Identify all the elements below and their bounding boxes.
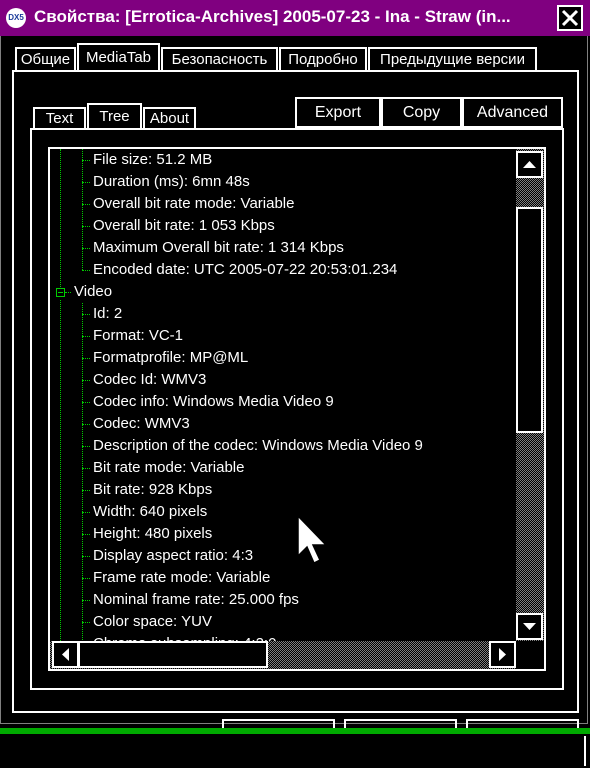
- copy-button-label: Copy: [402, 104, 441, 121]
- tab-previous-versions[interactable]: Предыдущие версии: [368, 47, 537, 71]
- arrow-left-icon: [62, 648, 69, 661]
- tree-branch: [82, 160, 90, 161]
- tree-item[interactable]: Width: 640 pixels: [93, 501, 207, 523]
- tab-details[interactable]: Подробно: [279, 47, 367, 71]
- tree-item[interactable]: Format: VC-1: [93, 325, 183, 347]
- tree-branch: [82, 226, 90, 227]
- tree-branch: [82, 182, 90, 183]
- tree-branch: [82, 380, 90, 381]
- scroll-up-button[interactable]: [516, 151, 543, 178]
- minus-icon: [58, 292, 63, 293]
- scroll-corner: [516, 641, 544, 669]
- tab-mediatab-label: MediaTab: [85, 49, 152, 66]
- tree-branch: [82, 512, 90, 513]
- arrow-up-icon: [523, 161, 536, 168]
- tree-item[interactable]: Encoded date: UTC 2005-07-22 20:53:01.23…: [93, 259, 397, 281]
- export-button-label: Export: [314, 104, 362, 121]
- scroll-right-button[interactable]: [489, 641, 516, 668]
- tree-branch: [82, 622, 90, 623]
- arrow-right-icon: [499, 648, 506, 661]
- tree-content: File size: 51.2 MB Duration (ms): 6mn 48…: [50, 149, 516, 641]
- tab-text[interactable]: Text: [33, 107, 86, 129]
- tab-about-label: About: [149, 110, 190, 127]
- tree-item[interactable]: Overall bit rate mode: Variable: [93, 193, 294, 215]
- tab-details-label: Подробно: [288, 51, 358, 68]
- scroll-down-button[interactable]: [516, 613, 543, 640]
- tab-previous-versions-label: Предыдущие версии: [380, 51, 525, 68]
- tree-branch: [82, 336, 90, 337]
- tab-text-label: Text: [45, 110, 74, 127]
- tree-connector-root: [60, 149, 61, 289]
- advanced-button-label: Advanced: [476, 104, 549, 121]
- tab-tree[interactable]: Tree: [87, 103, 142, 130]
- tree-item[interactable]: Duration (ms): 6mn 48s: [93, 171, 250, 193]
- tree-node-video[interactable]: Video: [74, 281, 112, 303]
- title-bar[interactable]: DX5 Свойства: [Errotica-Archives] 2005-0…: [0, 0, 590, 36]
- tree-item[interactable]: Display aspect ratio: 4:3: [93, 545, 253, 567]
- tree-item[interactable]: File size: 51.2 MB: [93, 149, 212, 171]
- tree-branch: [82, 556, 90, 557]
- tree-branch: [82, 490, 90, 491]
- tree-branch: [82, 358, 90, 359]
- tree-item[interactable]: Codec info: Windows Media Video 9: [93, 391, 334, 413]
- tree-branch: [82, 248, 90, 249]
- copy-button[interactable]: Copy: [381, 97, 462, 128]
- advanced-button[interactable]: Advanced: [462, 97, 563, 128]
- tab-about[interactable]: About: [143, 107, 196, 129]
- tree-item[interactable]: Codec Id: WMV3: [93, 369, 206, 391]
- tree-item[interactable]: Chroma subsampling: 4:2:0: [93, 633, 276, 641]
- collapse-toggle[interactable]: [56, 288, 65, 297]
- tree-item[interactable]: Formatprofile: MP@ML: [93, 347, 248, 369]
- tree-item[interactable]: Maximum Overall bit rate: 1 314 Kbps: [93, 237, 344, 259]
- close-icon: [561, 9, 579, 27]
- tab-general[interactable]: Общие: [15, 47, 76, 71]
- tree-item[interactable]: Frame rate mode: Variable: [93, 567, 270, 589]
- tree-item[interactable]: Codec: WMV3: [93, 413, 190, 435]
- vertical-scroll-thumb[interactable]: [516, 207, 543, 433]
- arrow-down-icon: [523, 623, 536, 630]
- tree-view[interactable]: File size: 51.2 MB Duration (ms): 6mn 48…: [48, 147, 546, 671]
- taskbar-edge: [584, 736, 590, 766]
- tab-mediatab[interactable]: MediaTab: [77, 43, 160, 71]
- tree-item[interactable]: Nominal frame rate: 25.000 fps: [93, 589, 299, 611]
- tree-branch: [82, 424, 90, 425]
- tree-item[interactable]: Bit rate: 928 Kbps: [93, 479, 212, 501]
- vertical-scrollbar[interactable]: [516, 149, 544, 641]
- tab-tree-label: Tree: [99, 108, 130, 125]
- tree-item[interactable]: Color space: YUV: [93, 611, 212, 633]
- tree-branch: [82, 600, 90, 601]
- tab-security[interactable]: Безопасность: [161, 47, 278, 71]
- tree-branch: [82, 578, 90, 579]
- tree-item[interactable]: Overall bit rate: 1 053 Kbps: [93, 215, 275, 237]
- tree-branch: [82, 402, 90, 403]
- export-button[interactable]: Export: [295, 97, 381, 128]
- tree-branch: [82, 446, 90, 447]
- tree-item[interactable]: Description of the codec: Windows Media …: [93, 435, 423, 457]
- tree-item[interactable]: Id: 2: [93, 303, 122, 325]
- tree-connector-video: [82, 303, 83, 641]
- taskbar: [0, 728, 590, 768]
- mouse-cursor-icon: [297, 514, 328, 565]
- tree-connector-root-lower: [60, 300, 61, 641]
- tree-branch: [82, 314, 90, 315]
- close-button[interactable]: [557, 5, 583, 31]
- window-title: Свойства: [Errotica-Archives] 2005-07-23…: [34, 7, 511, 26]
- tab-general-label: Общие: [20, 51, 71, 68]
- tree-branch: [82, 534, 90, 535]
- scroll-left-button[interactable]: [52, 641, 79, 668]
- tree-branch: [65, 292, 71, 293]
- tree-branch: [82, 468, 90, 469]
- tab-security-label: Безопасность: [171, 51, 268, 68]
- horizontal-scroll-thumb[interactable]: [78, 641, 268, 668]
- tree-item[interactable]: Height: 480 pixels: [93, 523, 212, 545]
- tree-branch: [82, 204, 90, 205]
- tree-item[interactable]: Bit rate mode: Variable: [93, 457, 244, 479]
- app-icon: DX5: [6, 8, 26, 28]
- horizontal-scrollbar[interactable]: [50, 641, 516, 669]
- tree-connector-general: [82, 149, 83, 270]
- tree-branch: [82, 270, 90, 271]
